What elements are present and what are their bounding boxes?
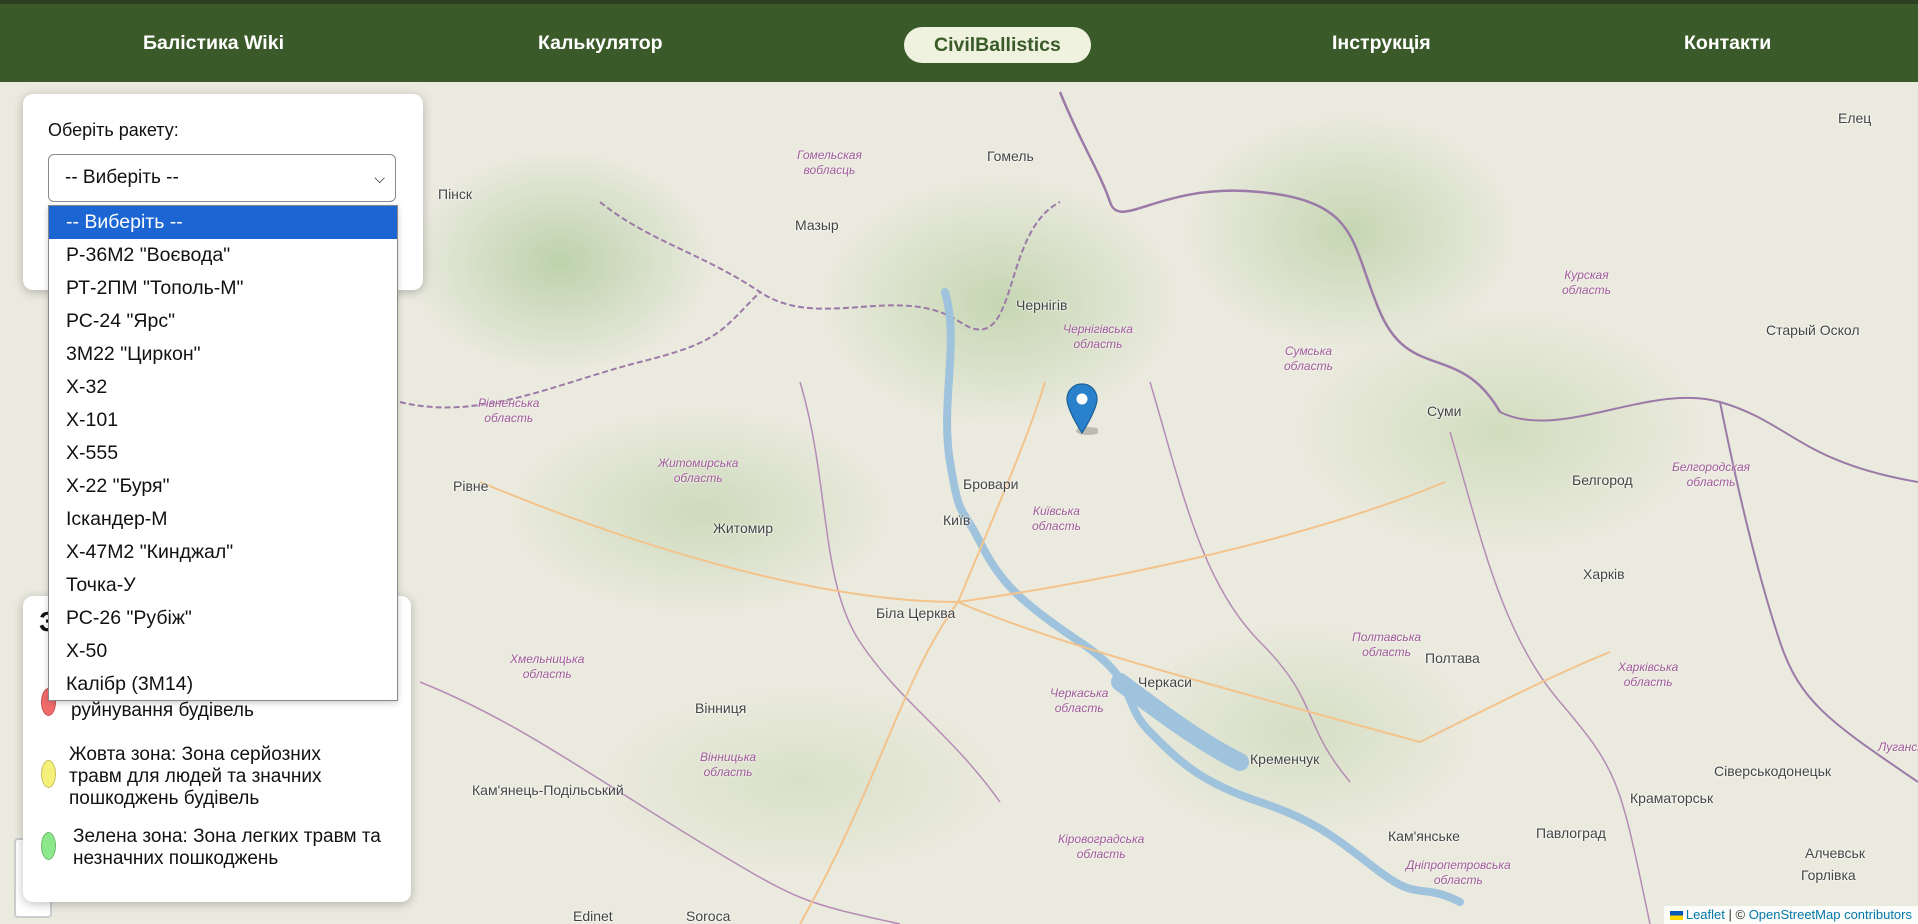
top-navbar: Балістика Wiki Калькулятор CivilBallisti…: [0, 0, 1918, 82]
city-label: Edinet: [573, 908, 613, 924]
attribution-separator: | ©: [1724, 907, 1749, 922]
nav-link-calculator[interactable]: Калькулятор: [538, 4, 663, 82]
city-label: Алчевськ: [1805, 845, 1865, 861]
missile-option[interactable]: Іскандер-М: [49, 503, 397, 536]
green-zone-dot: [41, 832, 56, 860]
nav-link-contacts[interactable]: Контакти: [1684, 4, 1771, 82]
nav-link-ballistics-wiki[interactable]: Балістика Wiki: [143, 4, 284, 82]
chevron-down-icon: ⌵: [374, 170, 385, 186]
city-label: Сіверськодонецьк: [1714, 763, 1832, 779]
city-label: Полтава: [1425, 650, 1480, 666]
missile-option[interactable]: Х-47М2 "Кинджал": [49, 536, 397, 569]
city-label: Київ: [943, 512, 971, 528]
missile-option[interactable]: РС-26 "Рубіж": [49, 602, 397, 635]
map-attribution: Leaflet | © OpenStreetMap contributors: [1663, 906, 1918, 924]
missile-option[interactable]: Х-101: [49, 404, 397, 437]
missile-option[interactable]: РТ-2ПМ "Тополь-М": [49, 272, 397, 305]
region-label: Курская область: [1562, 268, 1611, 297]
city-label: Суми: [1427, 403, 1462, 419]
region-label: Кіровоградська область: [1058, 832, 1145, 861]
city-label: Кам'янець-Подільський: [472, 782, 624, 798]
region-label: Чернігівська область: [1063, 322, 1133, 351]
nav-link-instructions[interactable]: Інструкція: [1332, 4, 1431, 82]
missile-option[interactable]: Х-50: [49, 635, 397, 668]
green-zone-text: Зелена зона: Зона легких травм та незнач…: [73, 826, 381, 869]
missile-option[interactable]: Калібр (3М14): [49, 668, 397, 701]
missile-option[interactable]: РС-24 "Ярс": [49, 305, 397, 338]
osm-link[interactable]: OpenStreetMap contributors: [1749, 907, 1912, 922]
city-label: Мазыр: [795, 217, 839, 233]
region-label: Полтавська область: [1352, 630, 1422, 659]
city-label: Біла Церква: [876, 605, 956, 621]
missile-select-label: Оберіть ракету:: [48, 120, 179, 140]
nav-link-civilballistics[interactable]: CivilBallistics: [904, 27, 1091, 63]
yellow-zone-text: Жовта зона: Зона серйозних травм для люд…: [69, 744, 322, 809]
city-label: Горлівка: [1801, 867, 1856, 883]
city-label: Белгород: [1572, 472, 1633, 488]
city-label: Чернігів: [1016, 297, 1068, 313]
city-label: Павлоград: [1536, 825, 1606, 841]
missile-option[interactable]: 3М22 "Циркон": [49, 338, 397, 371]
missile-option[interactable]: Р-36М2 "Воєвода": [49, 239, 397, 272]
city-label: Кременчук: [1250, 751, 1320, 767]
city-label: Soroca: [686, 908, 731, 924]
region-label: Луганська: [1878, 740, 1918, 754]
missile-option[interactable]: Х-555: [49, 437, 397, 470]
location-marker-icon[interactable]: [1066, 383, 1098, 435]
missile-option[interactable]: -- Виберіть --: [49, 206, 397, 239]
city-label: Бровари: [963, 476, 1019, 492]
missile-option[interactable]: Х-22 "Буря": [49, 470, 397, 503]
city-label: Краматорськ: [1630, 790, 1714, 806]
city-label: Пінск: [438, 186, 473, 202]
ukraine-flag-icon: [1669, 911, 1683, 921]
city-label: Рівне: [453, 478, 489, 494]
city-label: Гомель: [987, 148, 1034, 164]
region-label: Сумська область: [1284, 344, 1333, 373]
city-label: Елец: [1838, 110, 1872, 126]
leaflet-link[interactable]: Leaflet: [1686, 907, 1725, 922]
missile-select-value: -- Виберіть --: [65, 167, 179, 188]
region-label: Дніпропетровська область: [1406, 858, 1511, 887]
missile-select[interactable]: -- Виберіть -- ⌵: [48, 154, 396, 202]
city-label: Старый Оскол: [1766, 322, 1860, 338]
region-label: Белгородская область: [1672, 460, 1751, 489]
city-label: Житомир: [713, 520, 774, 536]
yellow-zone-dot: [41, 760, 56, 788]
missile-option[interactable]: Х-32: [49, 371, 397, 404]
region-label: Київська область: [1032, 504, 1081, 533]
region-label: Рівненська область: [478, 396, 540, 425]
city-label: Кам'янське: [1388, 828, 1460, 844]
region-label: Хмельницька область: [510, 652, 585, 681]
missile-dropdown-list: -- Виберіть -- Р-36М2 "Воєвода" РТ-2ПМ "…: [48, 205, 398, 701]
city-label: Вінниця: [695, 700, 747, 716]
city-label: Харків: [1583, 566, 1625, 582]
region-label: Харківська область: [1618, 660, 1679, 689]
city-label: Черкаси: [1138, 674, 1192, 690]
region-label: Вінницька область: [700, 750, 757, 779]
region-label: Житомирська область: [658, 456, 739, 485]
region-label: Гомельская вобласць: [797, 148, 862, 177]
region-label: Черкаська область: [1050, 686, 1109, 715]
missile-option[interactable]: Точка-У: [49, 569, 397, 602]
